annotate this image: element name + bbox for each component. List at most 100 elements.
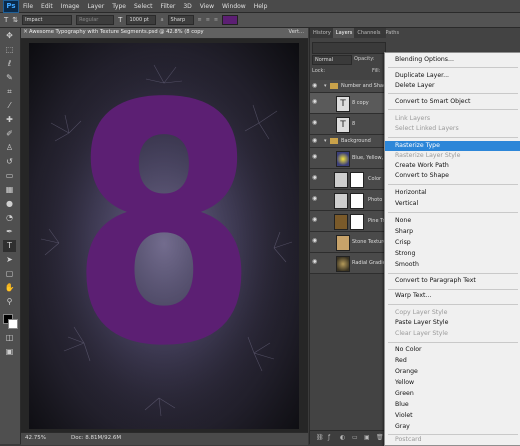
blur-tool-icon[interactable]: ●	[3, 198, 16, 210]
tab-paths[interactable]: Paths	[382, 28, 401, 38]
gradient-tool-icon[interactable]: ▦	[3, 184, 16, 196]
menu-item-green[interactable]: Green	[385, 389, 520, 399]
brush-tool-icon[interactable]: ✐	[3, 128, 16, 140]
layer-row[interactable]: ◉ ▾ Background	[310, 135, 386, 148]
layer-row[interactable]: ◉ Pine Tre...	[310, 211, 392, 232]
path-select-tool-icon[interactable]: ➤	[3, 254, 16, 266]
quick-mask-icon[interactable]: ◫	[3, 332, 16, 344]
menu-item-violet[interactable]: Violet	[385, 411, 520, 421]
pen-tool-icon[interactable]: ✒	[3, 226, 16, 238]
menu-window[interactable]: Window	[222, 3, 246, 10]
zoom-tool-icon[interactable]: ⚲	[3, 296, 16, 308]
align-center-icon[interactable]: ≡	[206, 17, 210, 23]
zoom-level[interactable]: 42.75%	[25, 435, 46, 441]
quick-select-tool-icon[interactable]: ✎	[3, 72, 16, 84]
layer-row[interactable]: ◉ T 8	[310, 114, 386, 135]
eye-icon[interactable]: ◉	[312, 217, 318, 223]
hand-tool-icon[interactable]: ✋	[3, 282, 16, 294]
lasso-tool-icon[interactable]: ℓ	[3, 58, 16, 70]
menu-help[interactable]: Help	[254, 3, 268, 10]
layer-row[interactable]: ◉ ▾ Number and Shad...	[310, 80, 391, 93]
clone-stamp-tool-icon[interactable]: ♙	[3, 142, 16, 154]
shape-tool-icon[interactable]: ▢	[3, 268, 16, 280]
menu-item-duplicate-layer[interactable]: Duplicate Layer...	[385, 71, 520, 81]
eye-icon[interactable]: ◉	[312, 120, 318, 126]
font-style-select[interactable]: Regular	[76, 15, 115, 25]
menu-item-convert-paragraph-text[interactable]: Convert to Paragraph Text	[385, 276, 520, 286]
menu-item-aa-strong[interactable]: Strong	[385, 249, 520, 259]
tab-channels[interactable]: Channels	[354, 28, 382, 38]
tab-history[interactable]: History	[310, 28, 333, 38]
type-tool-icon[interactable]: T	[3, 240, 16, 252]
menu-filter[interactable]: Filter	[161, 3, 176, 10]
menu-item-convert-smart-object[interactable]: Convert to Smart Object	[385, 97, 520, 107]
menu-item-gray[interactable]: Gray	[385, 422, 520, 432]
menu-item-rasterize-type[interactable]: Rasterize Type	[385, 141, 520, 151]
menu-item-delete-layer[interactable]: Delete Layer	[385, 81, 520, 91]
menu-item-paste-layer-style[interactable]: Paste Layer Style	[385, 318, 520, 328]
menu-edit[interactable]: Edit	[41, 3, 53, 10]
eye-icon[interactable]: ◉	[312, 196, 318, 202]
marquee-tool-icon[interactable]: ⬚	[3, 44, 16, 56]
menu-item-orange[interactable]: Orange	[385, 367, 520, 377]
eye-icon[interactable]: ◉	[312, 83, 318, 89]
align-right-icon[interactable]: ≡	[214, 17, 218, 23]
menu-item-no-color[interactable]: No Color	[385, 345, 520, 355]
align-left-icon[interactable]: ≡	[198, 17, 202, 23]
chevron-down-icon[interactable]: ▾	[324, 83, 327, 89]
menu-item-aa-crisp[interactable]: Crisp	[385, 238, 520, 248]
menu-item-vertical[interactable]: Vertical	[385, 199, 520, 209]
blend-mode-select[interactable]: Normal	[312, 55, 352, 65]
layer-row[interactable]: ◉ Photo	[310, 190, 386, 211]
document-canvas[interactable]: 8	[29, 43, 299, 429]
crop-tool-icon[interactable]: ⌗	[3, 86, 16, 98]
eye-icon[interactable]: ◉	[312, 99, 318, 105]
type-tool-icon[interactable]: T	[4, 16, 8, 24]
eyedropper-tool-icon[interactable]: ⁄	[3, 100, 16, 112]
close-icon[interactable]: ×	[23, 28, 28, 35]
document-tab-overflow[interactable]: Vert...	[289, 29, 304, 35]
layer-row[interactable]: ◉ Blue, Yellow, Bl...	[310, 148, 394, 169]
link-icon[interactable]: ⛓	[316, 434, 324, 441]
menu-view[interactable]: View	[200, 3, 214, 10]
eye-icon[interactable]: ◉	[312, 238, 318, 244]
big-number-glyph[interactable]: 8	[53, 61, 274, 391]
menu-item-aa-none[interactable]: None	[385, 216, 520, 226]
menu-file[interactable]: File	[23, 3, 33, 10]
menu-3d[interactable]: 3D	[183, 3, 191, 10]
eraser-tool-icon[interactable]: ▭	[3, 170, 16, 182]
text-orientation-icon[interactable]: ⇅	[12, 16, 18, 24]
menu-item-red[interactable]: Red	[385, 356, 520, 366]
layer-row[interactable]: ◉ Stone Texture	[310, 232, 386, 253]
menu-item-yellow[interactable]: Yellow	[385, 378, 520, 388]
text-color-swatch[interactable]	[222, 15, 239, 25]
menu-item-convert-to-shape[interactable]: Convert to Shape	[385, 171, 520, 181]
chevron-down-icon[interactable]: ▾	[324, 138, 327, 144]
menu-item-blue[interactable]: Blue	[385, 400, 520, 410]
dodge-tool-icon[interactable]: ◔	[3, 212, 16, 224]
antialias-select[interactable]: Sharp	[167, 15, 194, 25]
trash-icon[interactable]: 🗑	[376, 434, 384, 441]
layer-row[interactable]: ◉ T 8 copy	[310, 93, 386, 114]
menu-layer[interactable]: Layer	[87, 3, 104, 10]
menu-item-warp-text[interactable]: Warp Text...	[385, 291, 520, 301]
eye-icon[interactable]: ◉	[312, 138, 318, 144]
folder-icon[interactable]: ▭	[352, 434, 358, 441]
history-brush-tool-icon[interactable]: ↺	[3, 156, 16, 168]
healing-tool-icon[interactable]: ✚	[3, 114, 16, 126]
eye-icon[interactable]: ◉	[312, 154, 318, 160]
document-tab[interactable]: × Awesome Typography with Texture Segmen…	[21, 28, 308, 39]
menu-item-aa-smooth[interactable]: Smooth	[385, 260, 520, 270]
layer-row[interactable]: ◉ Color	[310, 169, 386, 190]
menu-item-blending-options[interactable]: Blending Options...	[385, 55, 520, 65]
tab-layers[interactable]: Layers	[332, 28, 355, 38]
new-layer-icon[interactable]: ▣	[364, 434, 370, 441]
layer-filter-bar[interactable]	[312, 42, 386, 54]
font-size-select[interactable]: 1000 pt	[126, 15, 157, 25]
menu-image[interactable]: Image	[61, 3, 80, 10]
move-tool-icon[interactable]: ✥	[3, 30, 16, 42]
mask-icon[interactable]: ◐	[340, 434, 345, 441]
font-family-select[interactable]: Impact	[22, 15, 73, 25]
screen-mode-icon[interactable]: ▣	[3, 346, 16, 358]
menu-item-create-work-path[interactable]: Create Work Path	[385, 161, 520, 171]
